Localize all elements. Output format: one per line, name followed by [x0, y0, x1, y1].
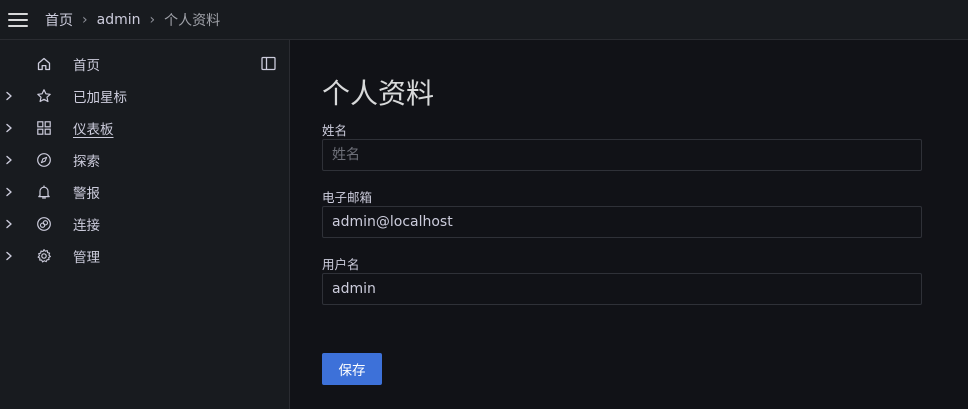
- name-input[interactable]: [322, 139, 922, 171]
- chevron-right-icon[interactable]: [4, 186, 14, 198]
- sidebar-item-alerting[interactable]: 警报: [0, 176, 289, 208]
- chevron-right-icon[interactable]: [4, 90, 14, 102]
- link-icon: [37, 217, 51, 231]
- bell-icon: [38, 185, 50, 199]
- breadcrumb-admin[interactable]: admin: [97, 12, 141, 28]
- sidebar-item-home[interactable]: 首页: [0, 48, 289, 80]
- sidebar-item-connections[interactable]: 连接: [0, 208, 289, 240]
- home-icon: [37, 57, 51, 71]
- chevron-right-icon[interactable]: [4, 122, 14, 134]
- username-label: 用户名: [322, 257, 360, 272]
- sidebar-item-starred[interactable]: 已加星标: [0, 80, 289, 112]
- sidebar-item-label: 首页: [73, 58, 100, 74]
- page-title: 个人资料: [322, 77, 435, 110]
- sidebar-item-label: 已加星标: [73, 90, 127, 106]
- chevron-right-icon[interactable]: [4, 250, 14, 262]
- username-input[interactable]: [322, 273, 922, 305]
- breadcrumb-separator: ›: [82, 11, 88, 28]
- sidebar-item-label: 仪表板: [73, 122, 114, 138]
- name-label: 姓名: [322, 123, 348, 138]
- apps-icon: [37, 121, 51, 135]
- chevron-right-icon[interactable]: [4, 154, 14, 166]
- chevron-right-icon[interactable]: [4, 218, 14, 230]
- top-bar: 首页 › admin › 个人资料: [0, 0, 968, 40]
- sidebar-item-label: 警报: [73, 186, 100, 202]
- cog-icon: [37, 249, 51, 263]
- breadcrumb-separator: ›: [149, 11, 156, 28]
- breadcrumb-current: 个人资料: [164, 12, 221, 29]
- save-button[interactable]: 保存: [322, 353, 382, 385]
- sidebar-item-dashboards[interactable]: 仪表板: [0, 112, 289, 144]
- star-icon: [37, 89, 51, 103]
- breadcrumb-home[interactable]: 首页: [45, 10, 73, 30]
- sidebar-item-label: 连接: [73, 218, 100, 234]
- sidebar-item-label: 管理: [73, 250, 100, 266]
- main-content: 个人资料 姓名 电子邮箱 用户名 保存: [290, 40, 968, 409]
- menu-icon[interactable]: [8, 12, 28, 27]
- email-label: 电子邮箱: [322, 190, 373, 205]
- sidebar-item-explore[interactable]: 探索: [0, 144, 289, 176]
- sidebar: 首页 已加星标 仪表板 探索 警报 连接 管理: [0, 40, 290, 409]
- sidebar-item-administration[interactable]: 管理: [0, 240, 289, 272]
- email-input[interactable]: [322, 206, 922, 238]
- compass-icon: [37, 153, 51, 167]
- sidebar-item-label: 探索: [73, 154, 100, 170]
